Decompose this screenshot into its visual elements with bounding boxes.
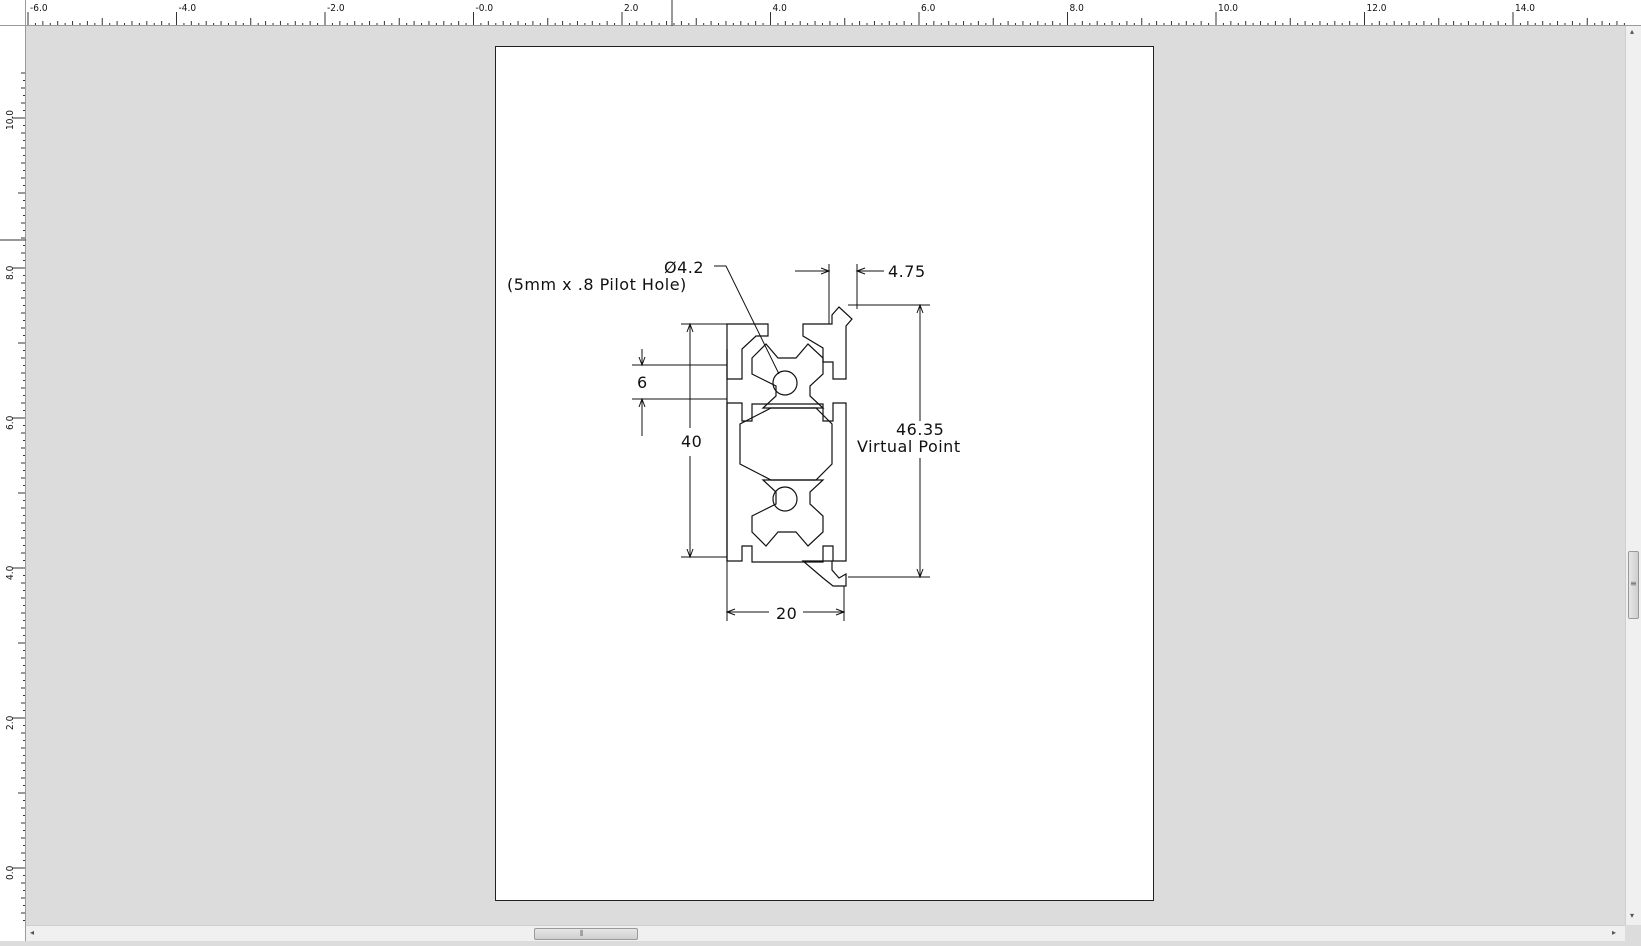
- scroll-down-arrow-icon[interactable]: ▾: [1630, 912, 1634, 920]
- horizontal-ruler-scale: -6.0 -4.0 -2.0 -0.0 2.0 4.0 6.0 8.0 10.0 12.0 14.0: [27, 0, 1625, 26]
- vertical-grip-icon: ≡: [1630, 579, 1637, 588]
- profile-outline: [726, 323, 847, 563]
- hole-note-text: (5mm x .8 Pilot Hole): [507, 275, 687, 294]
- ruler-label: 4.0: [5, 565, 16, 580]
- flange-top-right: [802, 306, 853, 380]
- dim-4-75-text: 4.75: [888, 262, 926, 281]
- extrusion-profile[interactable]: [726, 306, 853, 587]
- cad-drawing[interactable]: Ø4.2 (5mm x .8 Pilot Hole) 4.75 6 40 20 …: [26, 26, 1625, 925]
- ruler-label: 6.0: [921, 3, 936, 14]
- upper-chamber: [751, 343, 825, 409]
- ruler-label: 10.0: [1218, 3, 1238, 14]
- horizontal-scroll-thumb[interactable]: ⦀: [534, 928, 638, 940]
- ruler-label: -2.0: [327, 3, 345, 14]
- ruler-label: 14.0: [1515, 3, 1535, 14]
- ruler-label: 6.0: [5, 415, 16, 430]
- ruler-label: 2.0: [624, 3, 639, 14]
- hole-leader: [714, 265, 780, 375]
- ruler-label: -6.0: [30, 3, 48, 14]
- ruler-corner: [0, 0, 26, 26]
- dim-6-text: 6: [637, 373, 648, 392]
- ruler-label: 0.0: [5, 865, 16, 880]
- dim-4-75-lines: [795, 264, 884, 324]
- upper-pilot-hole: [772, 370, 798, 396]
- dim-6-lines: [632, 349, 727, 436]
- drawing-canvas[interactable]: Ø4.2 (5mm x .8 Pilot Hole) 4.75 6 40 20 …: [26, 26, 1625, 925]
- ruler-label: -0.0: [476, 3, 494, 14]
- scroll-right-arrow-icon[interactable]: ▸: [1612, 929, 1616, 937]
- ruler-label: 12.0: [1367, 3, 1387, 14]
- horizontal-grip-icon: ⦀: [580, 929, 584, 938]
- vertical-ruler-scale: 10.0 8.0 6.0 4.0 2.0 0.0: [0, 72, 26, 921]
- ruler-label: 8.0: [5, 265, 16, 280]
- ruler-label: 2.0: [5, 715, 16, 730]
- dim-40-text: 40: [681, 432, 702, 451]
- ruler-label: 8.0: [1070, 3, 1085, 14]
- flange-bottom-right: [801, 560, 847, 587]
- lower-chamber: [751, 479, 825, 547]
- dimension-texts: Ø4.2 (5mm x .8 Pilot Hole) 4.75 6 40 20 …: [507, 258, 961, 623]
- scroll-left-arrow-icon[interactable]: ◂: [30, 929, 34, 937]
- dim-4-75-arrows: [820, 267, 866, 275]
- ruler-label: 4.0: [773, 3, 788, 14]
- virtual-point-text: Virtual Point: [857, 437, 961, 456]
- vertical-scrollbar[interactable]: ▴ ≡ ▾: [1625, 26, 1641, 925]
- dim-20-text: 20: [776, 604, 797, 623]
- vertical-ruler[interactable]: 10.0 8.0 6.0 4.0 2.0 0.0: [0, 26, 26, 941]
- center-chamber: [739, 407, 833, 481]
- vertical-scroll-thumb[interactable]: ≡: [1628, 551, 1639, 619]
- horizontal-scrollbar[interactable]: ◂ ⦀ ▸: [26, 925, 1625, 941]
- horizontal-ruler[interactable]: -6.0 -4.0 -2.0 -0.0 2.0 4.0 6.0 8.0 10.0 12.0 14.0: [0, 0, 1641, 26]
- ruler-label: -4.0: [179, 3, 197, 14]
- ruler-label: 10.0: [5, 110, 16, 130]
- scroll-up-arrow-icon[interactable]: ▴: [1630, 28, 1634, 36]
